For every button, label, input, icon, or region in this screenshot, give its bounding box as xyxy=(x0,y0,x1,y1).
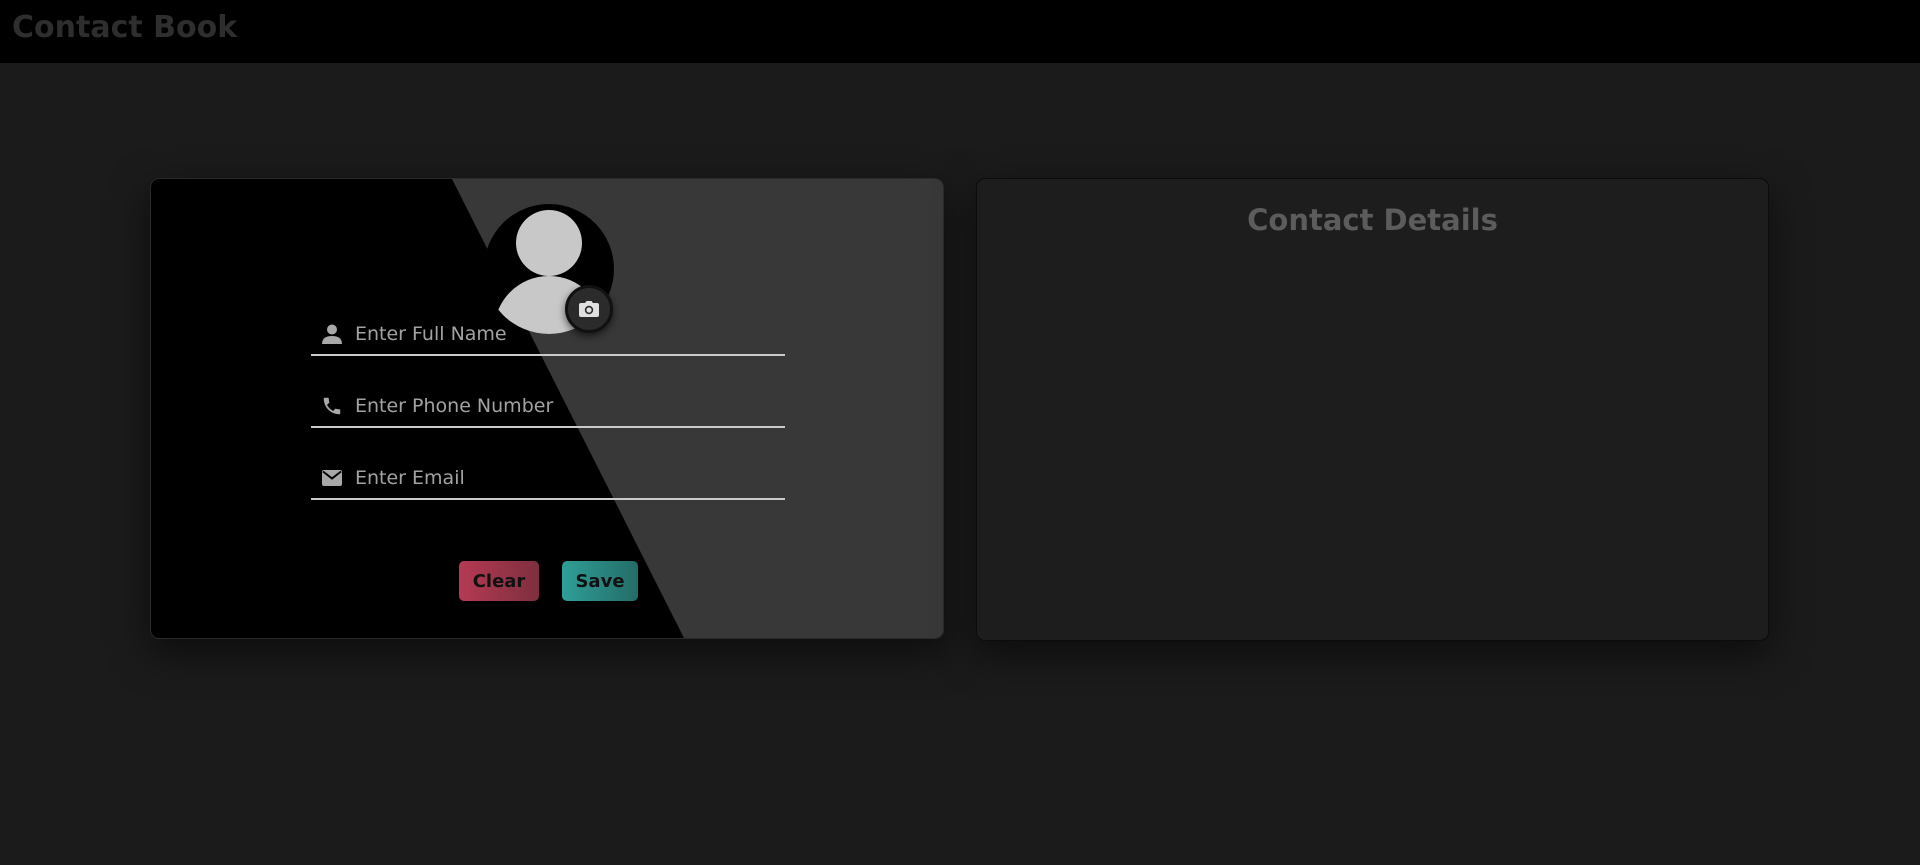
email-field xyxy=(311,458,785,500)
avatar-head xyxy=(516,210,582,276)
person-icon xyxy=(315,317,349,351)
phone-input[interactable] xyxy=(349,386,785,426)
contact-form-card: Clear Save xyxy=(150,178,944,639)
contact-details-title: Contact Details xyxy=(1247,203,1498,237)
phone-icon xyxy=(315,389,349,423)
full-name-input[interactable] xyxy=(349,314,785,354)
email-input[interactable] xyxy=(349,458,785,498)
save-button[interactable]: Save xyxy=(562,561,638,601)
envelope-icon xyxy=(315,461,349,495)
contact-details-card: Contact Details xyxy=(976,178,1769,641)
app-title: Contact Book xyxy=(12,10,238,45)
clear-button[interactable]: Clear xyxy=(459,561,539,601)
phone-field xyxy=(311,386,785,428)
app-header: Contact Book xyxy=(0,0,1920,63)
full-name-field xyxy=(311,314,785,356)
